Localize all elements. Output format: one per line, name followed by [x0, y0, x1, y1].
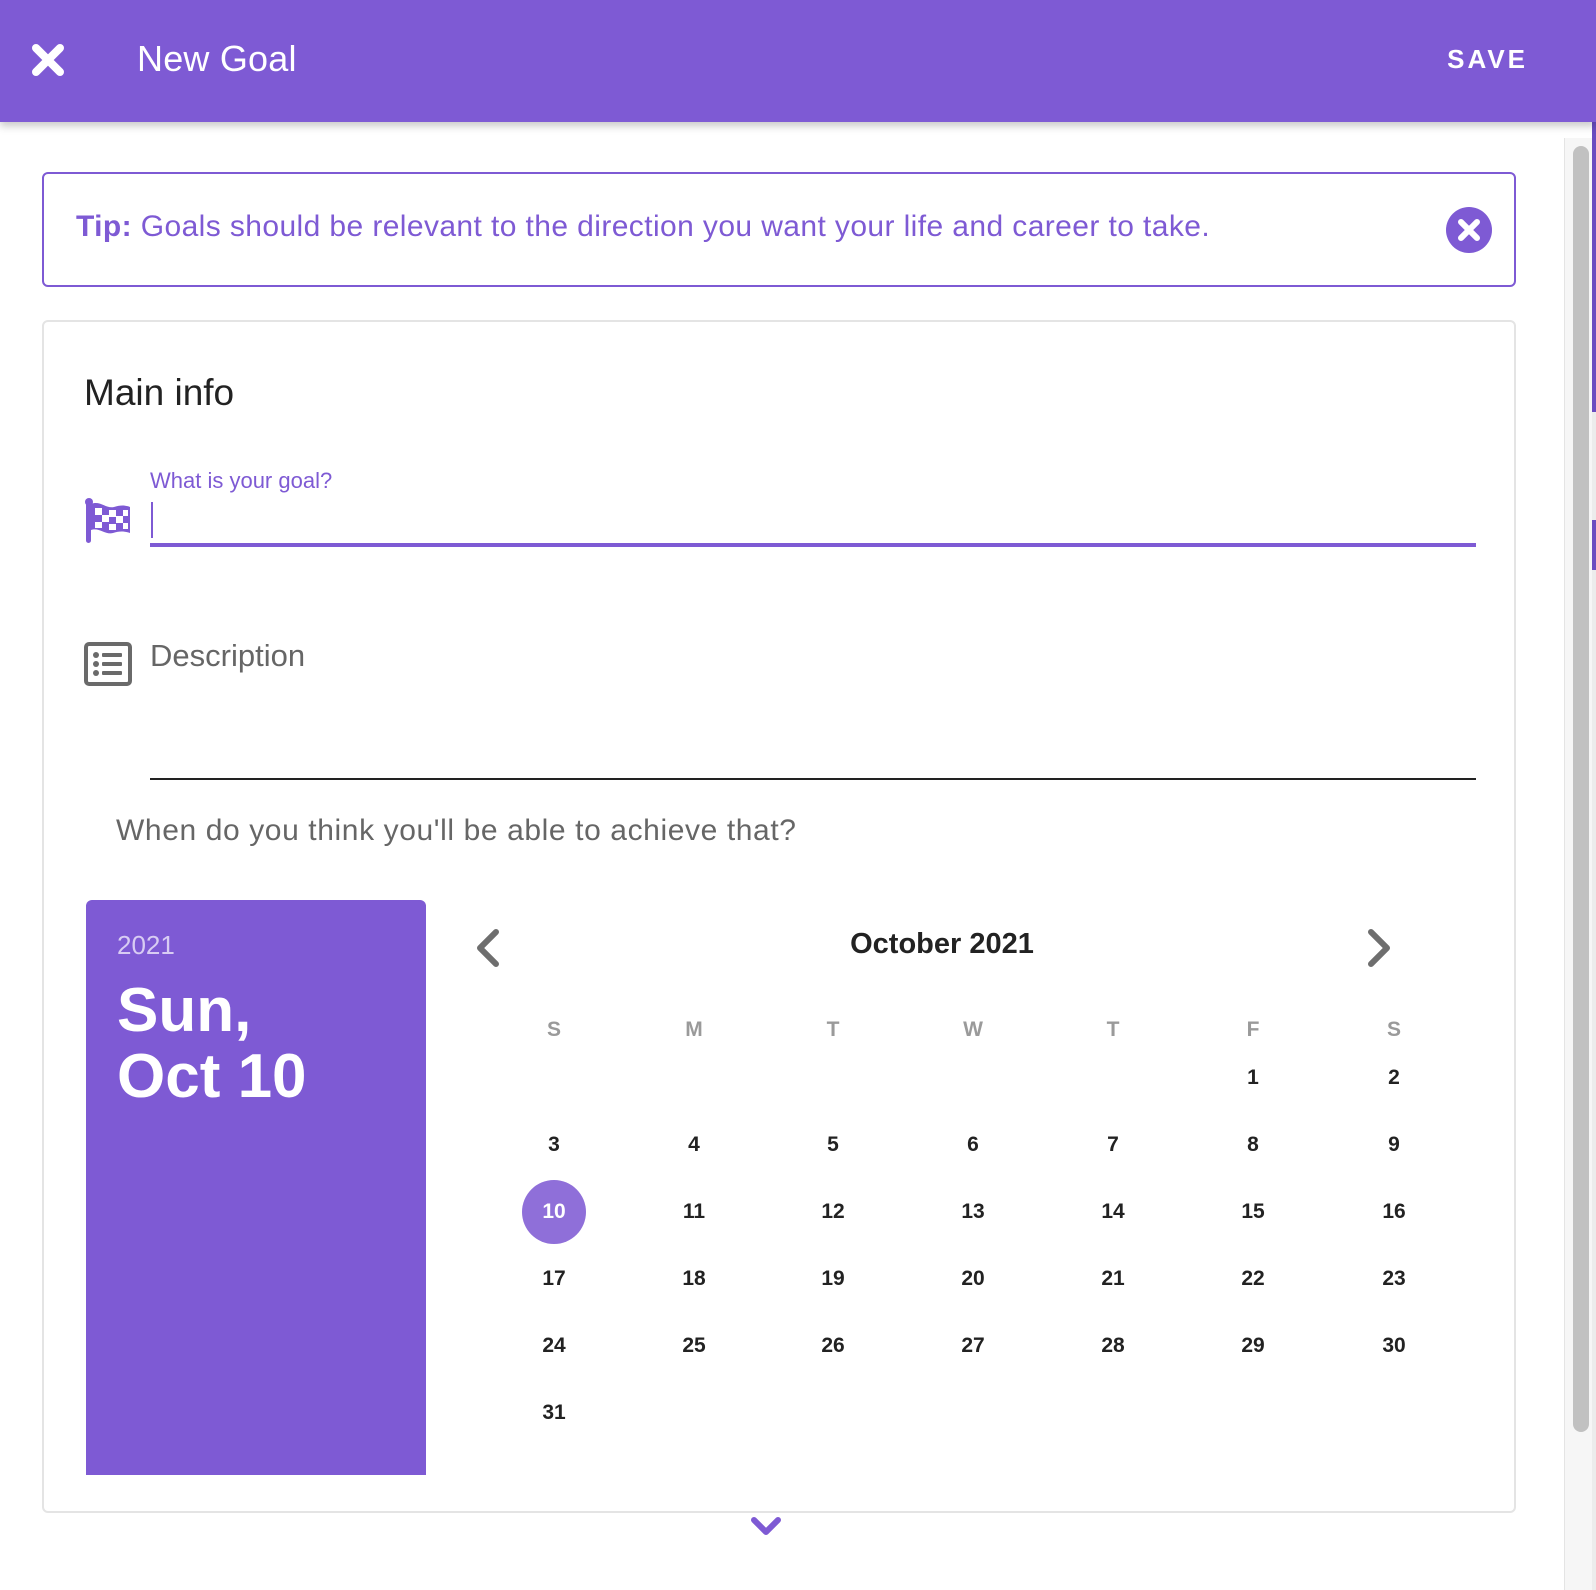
calendar-day[interactable]: 4	[662, 1113, 726, 1177]
edge-accent	[1592, 122, 1596, 412]
calendar-day[interactable]: 8	[1221, 1113, 1285, 1177]
main-info-card: Main info What is your goal? When do you…	[42, 320, 1516, 1513]
description-input[interactable]	[150, 638, 1476, 780]
calendar-day[interactable]: 7	[1081, 1113, 1145, 1177]
calendar-day[interactable]: 28	[1081, 1314, 1145, 1378]
calendar-day[interactable]: 26	[801, 1314, 865, 1378]
section-title: Main info	[84, 372, 235, 413]
calendar-day[interactable]: 27	[941, 1314, 1005, 1378]
calendar: October 2021 SMTWTFS 1 2 3 4 5 6 7 8 9 10 11 12 13 14…	[448, 900, 1476, 1500]
close-button[interactable]	[28, 40, 68, 80]
tip-banner: Tip: Goals should be relevant to the dir…	[42, 172, 1516, 287]
text-caret	[151, 502, 153, 538]
calendar-day[interactable]: 20	[941, 1247, 1005, 1311]
top-app-bar: New Goal SAVE	[0, 0, 1596, 122]
scrollbar-thumb[interactable]	[1573, 146, 1589, 1432]
calendar-day[interactable]: 30	[1362, 1314, 1426, 1378]
tip-text: Tip: Goals should be relevant to the dir…	[76, 210, 1210, 244]
calendar-day[interactable]: 31	[522, 1381, 586, 1445]
save-button[interactable]: SAVE	[1447, 44, 1528, 75]
selected-date-weekday: Sun,	[117, 976, 252, 1045]
calendar-day[interactable]: 23	[1362, 1247, 1426, 1311]
checkered-flag-icon	[85, 498, 130, 543]
calendar-day[interactable]: 17	[522, 1247, 586, 1311]
calendar-day[interactable]: 18	[662, 1247, 726, 1311]
calendar-day[interactable]: 22	[1221, 1247, 1285, 1311]
calendar-day[interactable]: 1	[1221, 1046, 1285, 1110]
calendar-day[interactable]: 24	[522, 1314, 586, 1378]
list-icon	[84, 642, 132, 686]
selected-date-panel: 2021 Sun, Oct 10	[86, 900, 426, 1475]
calendar-day[interactable]: 29	[1221, 1314, 1285, 1378]
selected-date: Sun, Oct 10	[117, 978, 307, 1110]
calendar-day[interactable]: 13	[941, 1180, 1005, 1244]
chevron-down-icon	[751, 1517, 781, 1535]
calendar-day[interactable]: 21	[1081, 1247, 1145, 1311]
goal-field-label: What is your goal?	[150, 468, 333, 493]
calendar-day-selected[interactable]: 10	[522, 1180, 586, 1244]
scroll-more-button[interactable]	[748, 1512, 784, 1540]
calendar-day[interactable]: 14	[1081, 1180, 1145, 1244]
calendar-day[interactable]: 6	[941, 1113, 1005, 1177]
edge-accent	[1592, 520, 1596, 570]
selected-year[interactable]: 2021	[117, 930, 175, 961]
goal-input[interactable]	[150, 497, 1476, 547]
calendar-days-grid: 1 2 3 4 5 6 7 8 9 10 11 12 13 14 15 16 17 18 19 20 21 22 23 24 2…	[448, 900, 1476, 1500]
page-title: New Goal	[137, 38, 297, 79]
calendar-day[interactable]: 2	[1362, 1046, 1426, 1110]
calendar-day[interactable]: 16	[1362, 1180, 1426, 1244]
calendar-day[interactable]: 15	[1221, 1180, 1285, 1244]
selected-date-monthday: Oct 10	[117, 1042, 307, 1111]
calendar-day[interactable]: 19	[801, 1247, 865, 1311]
tip-message: Goals should be relevant to the directio…	[132, 210, 1211, 243]
calendar-day[interactable]: 25	[662, 1314, 726, 1378]
target-date-question: When do you think you'll be able to achi…	[116, 814, 797, 847]
tip-prefix: Tip:	[76, 210, 133, 243]
calendar-day[interactable]: 5	[801, 1113, 865, 1177]
calendar-day[interactable]: 9	[1362, 1113, 1426, 1177]
close-circle-icon	[1446, 207, 1492, 253]
calendar-day[interactable]: 3	[522, 1113, 586, 1177]
calendar-day[interactable]: 12	[801, 1180, 865, 1244]
dismiss-tip-button[interactable]	[1446, 207, 1492, 253]
calendar-day[interactable]: 11	[662, 1180, 726, 1244]
close-icon	[32, 44, 64, 76]
